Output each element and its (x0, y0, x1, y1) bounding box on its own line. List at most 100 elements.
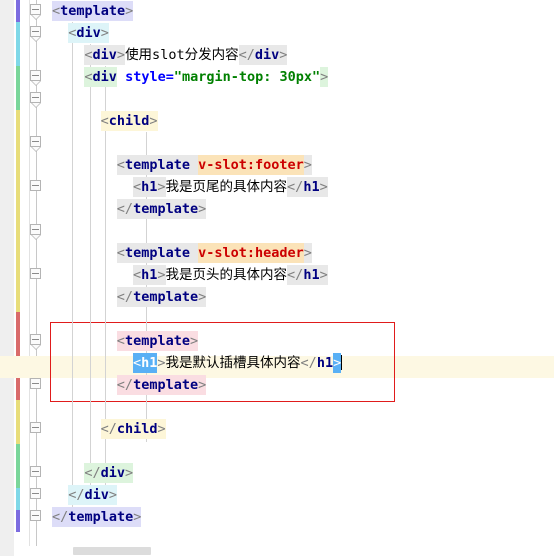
fold-toggle-icon[interactable] (30, 334, 43, 350)
code-token: > (133, 509, 142, 525)
fold-toggle-icon[interactable] (30, 180, 43, 193)
stripe-band-3 (16, 110, 20, 312)
fold-toggle-icon[interactable] (30, 26, 43, 42)
code-token-wrap: child (116, 419, 158, 439)
code-token: </ (52, 509, 69, 525)
stripe-band-0 (16, 0, 20, 22)
code-token: </ (287, 179, 304, 195)
code-canvas[interactable]: <template> <div> <div>使用slot分发内容</div> <div… (0, 0, 554, 556)
code-token-wrap: h1 (303, 177, 320, 197)
fold-toggle-icon[interactable] (30, 378, 43, 391)
code-line[interactable]: <child> (44, 110, 554, 132)
code-token-wrap: template (133, 375, 199, 395)
code-token-wrap: div (84, 485, 109, 505)
code-token-wrap: > (149, 111, 158, 131)
code-token: </ (238, 47, 255, 63)
code-token-wrap: div (92, 67, 117, 87)
code-line[interactable] (44, 396, 554, 418)
code-token-wrap: h1 (303, 265, 320, 285)
code-line[interactable]: <div style="margin-top: 30px"> (44, 66, 554, 88)
code-line[interactable]: </template> (44, 374, 554, 396)
code-token-wrap: < (133, 353, 142, 373)
code-token: style (125, 69, 166, 85)
code-line[interactable]: </template> (44, 506, 554, 528)
code-line[interactable]: <template> (44, 330, 554, 352)
stripe-band-8 (16, 510, 20, 532)
code-token: template (133, 377, 199, 393)
fold-toggle-icon[interactable] (30, 510, 43, 523)
code-token: child (108, 113, 150, 129)
code-token-wrap: h1 (141, 353, 158, 373)
fold-toggle-icon[interactable] (30, 422, 43, 435)
code-token: > (303, 245, 312, 261)
horizontal-scrollbar-thumb[interactable] (73, 547, 151, 555)
code-token-wrap: template (124, 331, 190, 351)
code-line[interactable]: </div> (44, 484, 554, 506)
code-token: div (84, 487, 109, 503)
code-token-wrap: < (116, 155, 125, 175)
code-token: > (303, 157, 312, 173)
fold-toggle-icon[interactable] (30, 70, 43, 86)
code-token: < (100, 113, 109, 129)
code-token-wrap: > (303, 155, 312, 175)
fold-toggle-icon[interactable] (30, 268, 43, 281)
code-line[interactable]: </template> (44, 198, 554, 220)
code-line[interactable]: <template v-slot:header> (44, 242, 554, 264)
code-line[interactable]: <div>使用slot分发内容</div> (44, 44, 554, 66)
code-token-wrap: < (84, 67, 93, 87)
code-token: > (157, 267, 166, 283)
code-token-wrap: < (116, 243, 125, 263)
code-line[interactable]: <h1>我是默认插槽具体内容</h1> (44, 352, 554, 374)
code-line[interactable]: <template> (44, 0, 554, 22)
code-token: < (84, 47, 93, 63)
code-token-wrap: > (198, 287, 207, 307)
fold-toggle-icon[interactable] (30, 224, 43, 240)
code-editor[interactable]: <template> <div> <div>使用slot分发内容</div> <div… (0, 0, 554, 556)
code-line[interactable]: </div> (44, 462, 554, 484)
code-token-wrap: > (198, 199, 207, 219)
code-token: </ (116, 377, 134, 393)
code-line[interactable] (44, 440, 554, 462)
code-token-wrap (189, 243, 199, 263)
code-line[interactable]: <h1>我是页头的具体内容</h1> (44, 264, 554, 286)
code-token-wrap: < (52, 1, 61, 21)
code-token-wrap: > (108, 485, 117, 505)
code-token-wrap: </ (301, 353, 317, 373)
fold-toggle-icon[interactable] (30, 488, 43, 501)
code-line[interactable]: <h1>我是页尾的具体内容</h1> (44, 176, 554, 198)
code-line[interactable]: </child> (44, 418, 554, 440)
code-token: 我是默认插槽具体内容 (165, 355, 301, 371)
horizontal-scrollbar-track[interactable] (29, 546, 554, 556)
code-token: > (157, 355, 166, 371)
code-token-wrap: > (320, 67, 329, 87)
code-line[interactable] (44, 308, 554, 330)
code-token-wrap: < (84, 45, 93, 65)
code-token-wrap: > (133, 507, 142, 527)
code-token: > (100, 25, 109, 41)
code-line[interactable]: </template> (44, 286, 554, 308)
code-token: > (319, 179, 328, 195)
code-token: div (254, 47, 280, 63)
code-token: > (125, 3, 134, 19)
code-token-wrap: </ (100, 419, 117, 439)
fold-toggle-icon[interactable] (30, 92, 43, 108)
code-token-wrap: h1 (141, 265, 158, 285)
code-line[interactable]: <div> (44, 22, 554, 44)
code-line[interactable] (44, 132, 554, 154)
stripe-band-1 (16, 22, 20, 66)
code-line[interactable]: <template v-slot:footer> (44, 154, 554, 176)
code-token: template (124, 333, 190, 349)
code-token: </ (68, 487, 85, 503)
code-line[interactable] (44, 220, 554, 242)
fold-toggle-icon[interactable] (30, 136, 43, 152)
fold-toggle-icon[interactable] (30, 466, 43, 479)
code-token-wrap: </ (116, 375, 134, 395)
code-token: > (189, 333, 199, 349)
code-line[interactable] (44, 88, 554, 110)
code-token: > (108, 487, 117, 503)
fold-toggle-icon[interactable] (30, 4, 43, 20)
code-token: h1 (303, 179, 320, 195)
